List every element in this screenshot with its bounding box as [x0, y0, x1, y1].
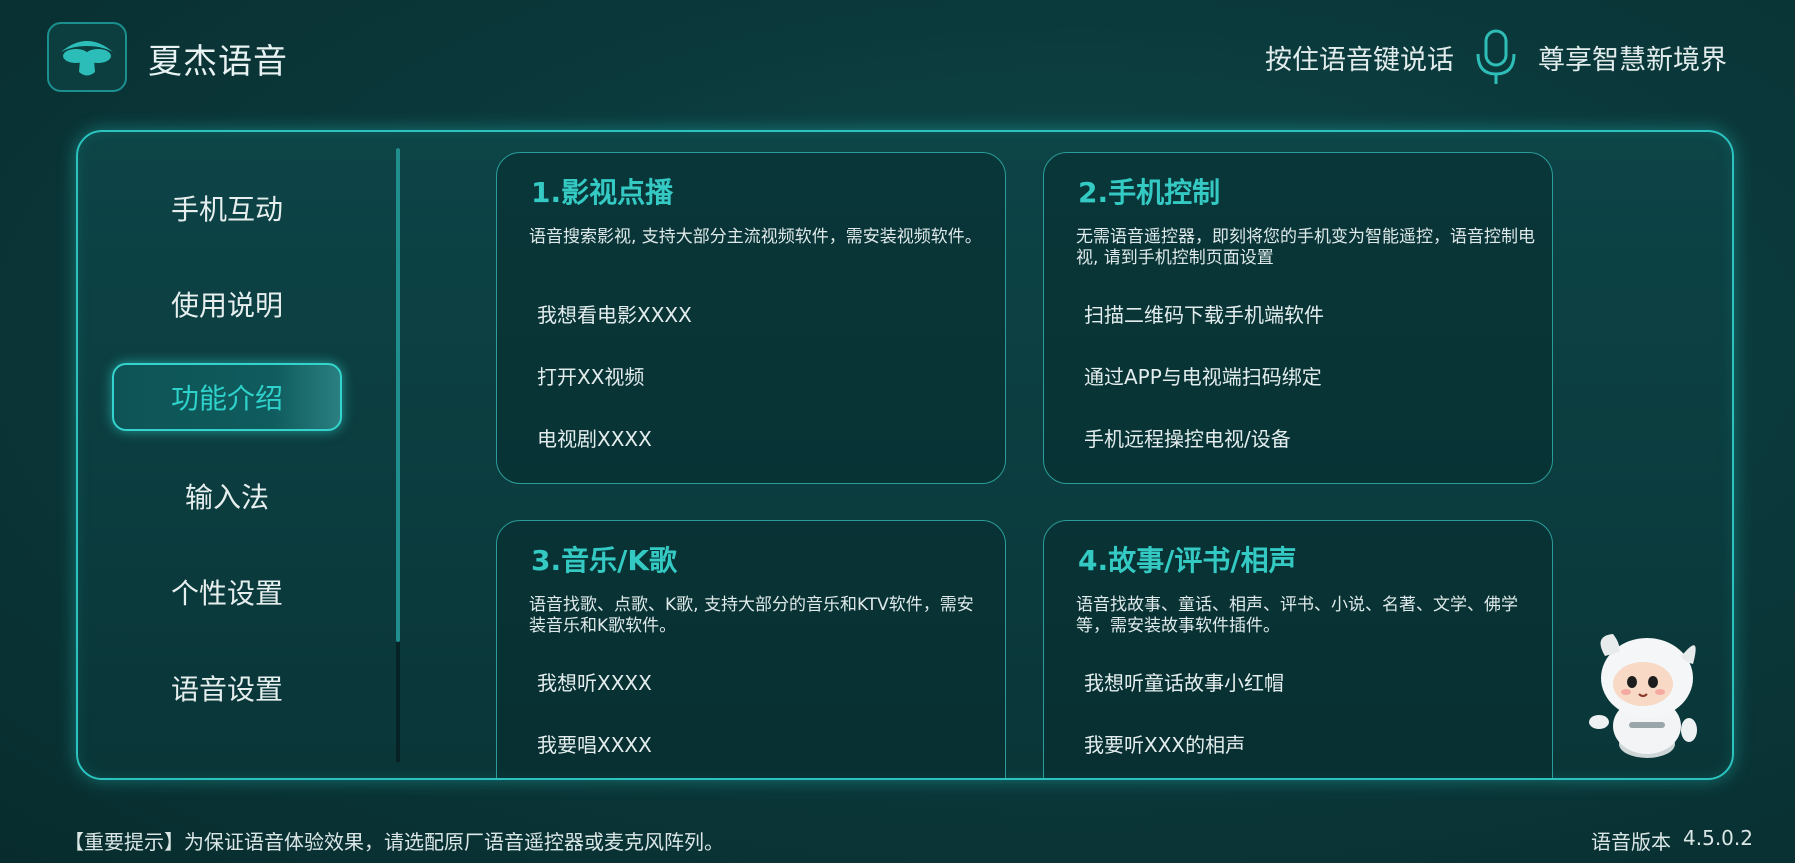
sidebar-item-label: 使用说明 [170, 289, 283, 322]
sidebar-item-features[interactable]: 功能介绍 [112, 363, 342, 431]
slogan: 尊享智慧新境界 [1538, 44, 1727, 76]
card-example: 扫描二维码下载手机端软件 [1084, 303, 1324, 327]
voice-hint: 按住语音键说话 尊享智慧新境界 [1265, 26, 1727, 88]
sidebar-scrollbar[interactable] [396, 148, 400, 762]
card-example: 我要听XXX的相声 [1084, 733, 1246, 757]
card-example: 我想看电影XXXX [537, 303, 692, 327]
version-label: 语音版本 [1591, 830, 1672, 854]
card-description: 语音找歌、点歌、K歌, 支持大部分的音乐和KTV软件，需安装音乐和K歌软件。 [529, 595, 974, 636]
card-example: 电视剧XXXX [537, 427, 652, 451]
sidebar-item-label: 手机互动 [170, 193, 283, 226]
card-description: 语音找故事、童话、相声、评书、小说、名著、文学、佛学等，需安装故事软件插件。 [1076, 595, 1518, 636]
card-title: 1.影视点播 [531, 176, 674, 209]
robot-mascot-icon[interactable] [1585, 626, 1705, 760]
sidebar-item-label: 语音设置 [170, 673, 283, 706]
card-example: 手机远程操控电视/设备 [1084, 427, 1291, 451]
app-logo [47, 22, 127, 92]
sidebar-item-phone-interaction[interactable]: 手机互动 [112, 174, 342, 242]
main-panel: 手机互动 使用说明 功能介绍 输入法 个性设置 语音设置 1.影视点播 语音搜索… [76, 130, 1734, 780]
card-title: 4.故事/评书/相声 [1078, 544, 1297, 577]
card-example: 我想听童话故事小红帽 [1084, 671, 1284, 695]
sidebar-item-label: 功能介绍 [170, 382, 283, 415]
feature-card-music[interactable]: 3.音乐/K歌 语音找歌、点歌、K歌, 支持大部分的音乐和KTV软件，需安装音乐… [496, 520, 1006, 778]
logo-icon [61, 41, 113, 76]
card-example: 我要唱XXXX [537, 733, 652, 757]
card-example: 通过APP与电视端扫码绑定 [1084, 365, 1322, 389]
scrollbar-thumb[interactable] [396, 148, 400, 642]
microphone-icon [1472, 27, 1520, 87]
press-to-talk-hint: 按住语音键说话 [1265, 44, 1454, 76]
sidebar-item-personal-settings[interactable]: 个性设置 [112, 558, 342, 626]
feature-card-video[interactable]: 1.影视点播 语音搜索影视, 支持大部分主流视频软件，需安装视频软件。 我想看电… [496, 152, 1006, 484]
sidebar: 手机互动 使用说明 功能介绍 输入法 个性设置 语音设置 [78, 132, 398, 778]
feature-card-phone-control[interactable]: 2.手机控制 无需语音遥控器，即刻将您的手机变为智能遥控，语音控制电视, 请到手… [1043, 152, 1553, 484]
sidebar-item-label: 个性设置 [170, 577, 283, 610]
card-description: 语音搜索影视, 支持大部分主流视频软件，需安装视频软件。 [529, 227, 982, 247]
card-example: 打开XX视频 [537, 365, 645, 389]
important-tip: 【重要提示】为保证语音体验效果，请选配原厂语音遥控器或麦克风阵列。 [64, 830, 724, 854]
app-title: 夏杰语音 [148, 42, 288, 82]
card-description: 无需语音遥控器，即刻将您的手机变为智能遥控，语音控制电视, 请到手机控制页面设置 [1076, 227, 1535, 268]
version-info: 语音版本 4.5.0.2 [1591, 826, 1753, 855]
card-title: 2.手机控制 [1078, 176, 1221, 209]
sidebar-item-instructions[interactable]: 使用说明 [112, 270, 342, 338]
sidebar-item-label: 输入法 [184, 481, 269, 514]
version-number: 4.5.0.2 [1683, 826, 1753, 850]
sidebar-item-input-method[interactable]: 输入法 [112, 462, 342, 530]
card-title: 3.音乐/K歌 [531, 544, 678, 577]
sidebar-item-voice-settings[interactable]: 语音设置 [112, 654, 342, 722]
card-example: 我想听XXXX [537, 671, 652, 695]
feature-card-stories[interactable]: 4.故事/评书/相声 语音找故事、童话、相声、评书、小说、名著、文学、佛学等，需… [1043, 520, 1553, 778]
